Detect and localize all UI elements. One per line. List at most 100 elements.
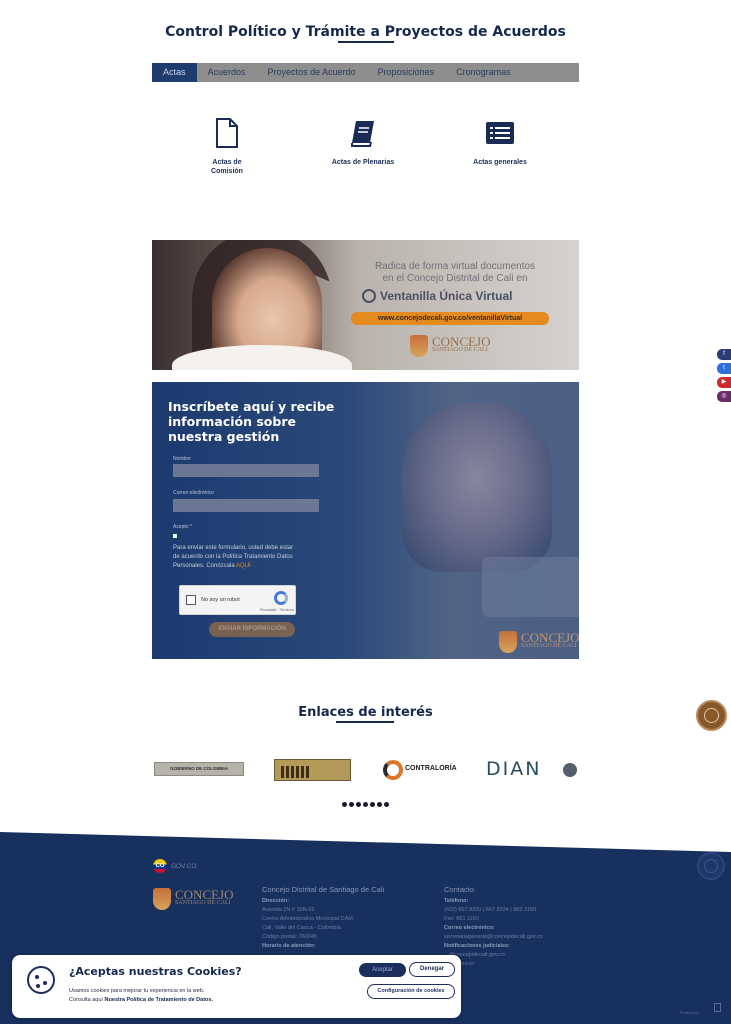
email-value[interactable]: secretariageneral@concejodecali.gov.co xyxy=(444,933,543,942)
page-corner-icon[interactable] xyxy=(714,1003,721,1012)
form-heading-line-3: nuestra gestión xyxy=(168,429,280,444)
banner-brand: Ventanilla Única Virtual xyxy=(362,289,562,303)
actas-comision-label-2: Comisión xyxy=(211,168,243,175)
twitter-icon[interactable]: t xyxy=(717,363,731,374)
banner-brand-text: Ventanilla Única Virtual xyxy=(380,289,513,303)
banner-concejo-logo: CONCEJO SANTIAGO DE CALI xyxy=(410,335,491,357)
form-concejo-logo: CONCEJO SANTIAGO DE CALI xyxy=(499,631,579,653)
accept-label: Acepto * xyxy=(173,524,192,530)
cookie-icon xyxy=(27,966,55,994)
banner-line-1: Radica de forma virtual documentos xyxy=(374,261,536,272)
accept-checkbox[interactable] xyxy=(173,534,177,538)
page: Control Político y Trámite a Proyectos d… xyxy=(0,0,731,1024)
banner-logo-big: CONCEJO xyxy=(432,334,491,349)
address-line-1: Avenida 2N # 10N-65 xyxy=(262,907,315,913)
footer-concejo-logo: CONCEJO SANTIAGO DE CALI xyxy=(153,888,234,910)
carousel-dots xyxy=(342,802,389,807)
footer-contact-column: Contacto Teléfono: (602) 667 8200 | 667 … xyxy=(444,885,543,969)
actas-plenarias-link[interactable]: Actas de Plenarias xyxy=(308,118,418,167)
name-input[interactable] xyxy=(173,464,319,477)
hours-label: Horario de atención: xyxy=(262,943,316,949)
actas-plenarias-label: Actas de Plenarias xyxy=(331,159,395,166)
partner-archivo-historico[interactable] xyxy=(274,759,351,781)
actas-comision-label-1: Actas de xyxy=(212,159,242,166)
shield-icon xyxy=(410,335,428,357)
cookie-body: Usamos cookies para mejorar tu experienc… xyxy=(69,987,259,1005)
recaptcha-terms[interactable]: Privacidad · Términos xyxy=(260,608,294,612)
judicial-label: Notificaciones judiciales: xyxy=(444,943,511,949)
form-photo-laptop xyxy=(482,557,579,617)
banner-text: Radica de forma virtual documentos en el… xyxy=(347,261,563,285)
privacy-note-line-3: Personales. Conózcala xyxy=(173,563,235,569)
facebook-icon[interactable]: f xyxy=(717,349,731,360)
ventanilla-virtual-banner[interactable]: Radica de forma virtual documentos en el… xyxy=(152,240,579,370)
partner-contraloria-text: CONTRALORÍA xyxy=(405,765,457,772)
submit-button[interactable]: ENVIAR INFORMACIÓN xyxy=(209,622,295,637)
phone-value[interactable]: (602) 667 8200 | 667 8334 | 883 3150 xyxy=(444,906,543,915)
cookie-policy-link[interactable]: Nuestra Política de Tratamiento de Datos… xyxy=(104,997,213,1003)
privacy-note: Para enviar este formulario, usted debe … xyxy=(173,544,317,571)
tab-bar: Actas Acuerdos Proyectos de Acuerdo Prop… xyxy=(152,63,579,82)
footer-chat-button[interactable] xyxy=(697,852,725,880)
carousel-dot[interactable] xyxy=(363,802,368,807)
carousel-dot[interactable] xyxy=(349,802,354,807)
phone-label: Teléfono: xyxy=(444,898,469,904)
document-icon xyxy=(216,118,238,148)
footer-logo-small: SANTIAGO DE CALI xyxy=(175,900,231,906)
carousel-next-icon[interactable] xyxy=(563,763,577,777)
globe-icon xyxy=(362,289,376,303)
privacy-link[interactable]: AQUÍ xyxy=(236,563,251,569)
cookie-accept-button[interactable]: Aceptar xyxy=(359,963,406,977)
youtube-icon[interactable]: ▶ xyxy=(717,377,731,388)
fax-value: Fax: 661 1160 xyxy=(444,916,479,922)
cookie-deny-button[interactable]: Denegar xyxy=(409,962,455,977)
cookie-config-button[interactable]: Configuración de cookies xyxy=(367,984,455,999)
links-title: Enlaces de interés xyxy=(298,705,433,720)
cookie-body-prefix: Consulta aquí xyxy=(69,997,103,1003)
tab-proposiciones[interactable]: Proposiciones xyxy=(367,63,446,82)
list-icon xyxy=(486,122,514,144)
name-label: Nombre xyxy=(173,456,191,462)
partner-dian[interactable]: DIAN xyxy=(486,758,579,782)
tab-cronogramas[interactable]: Cronogramas xyxy=(445,63,522,82)
carousel-dot[interactable] xyxy=(370,802,375,807)
partner-gobierno-colombia[interactable]: GOBIERNO DE COLOMBIA xyxy=(154,762,244,776)
recaptcha-widget: No soy un robot Privacidad · Términos xyxy=(179,585,296,615)
carousel-dot[interactable] xyxy=(377,802,382,807)
cookie-banner: ¿Aceptas nuestras Cookies? Usamos cookie… xyxy=(12,955,461,1018)
contact-title: Contacto xyxy=(444,885,475,894)
carousel-dot[interactable] xyxy=(342,802,347,807)
banner-url[interactable]: www.concejodecali.gov.co/ventanillaVirtu… xyxy=(351,312,549,325)
newsletter-form-panel: Inscríbete aquí y recibe información sob… xyxy=(152,382,579,659)
form-logo-big: CONCEJO xyxy=(521,630,579,645)
form-heading-line-2: información sobre xyxy=(168,414,296,429)
email-label: Correo electrónico xyxy=(173,490,214,496)
partner-gobierno-text: GOBIERNO DE COLOMBIA xyxy=(170,766,228,771)
archivo-logo-icon xyxy=(281,766,311,778)
chat-icon xyxy=(704,859,718,873)
tab-acuerdos[interactable]: Acuerdos xyxy=(197,63,257,82)
title-underline xyxy=(338,41,394,43)
privacy-note-line-2: de acuerdo con la Política Tratamiento D… xyxy=(173,554,293,560)
partner-contraloria[interactable]: CONTRALORÍA xyxy=(383,759,458,781)
actas-generales-link[interactable]: Actas generales xyxy=(445,118,555,167)
instagram-icon[interactable]: ◎ xyxy=(717,391,731,402)
recaptcha-checkbox[interactable] xyxy=(186,595,196,605)
footer-address-column: Concejo Distrital de Santiago de Cali Di… xyxy=(262,885,384,951)
form-heading: Inscríbete aquí y recibe información sob… xyxy=(168,399,348,444)
postal-code: Código postal: 760045 xyxy=(262,934,318,940)
footer-logo-big: CONCEJO xyxy=(175,887,234,902)
gov-co-logo[interactable]: CO GOV.CO xyxy=(153,859,196,873)
banner-line-2: en el Concejo Distrital de Cali en xyxy=(382,273,528,284)
tab-actas[interactable]: Actas xyxy=(152,63,197,82)
tab-proyectos-de-acuerdo[interactable]: Proyectos de Acuerdo xyxy=(257,63,367,82)
actas-comision-link[interactable]: Actas de Comisión xyxy=(172,118,282,176)
email-input[interactable] xyxy=(173,499,319,512)
carousel-dot[interactable] xyxy=(384,802,389,807)
cookie-body-line-1: Usamos cookies para mejorar tu experienc… xyxy=(69,988,205,994)
form-logo-small: SANTIAGO DE CALI xyxy=(521,643,577,649)
shield-icon xyxy=(153,888,171,910)
carousel-dot[interactable] xyxy=(356,802,361,807)
privacy-note-line-1: Para enviar este formulario, usted debe … xyxy=(173,545,294,551)
shield-icon xyxy=(499,631,517,653)
